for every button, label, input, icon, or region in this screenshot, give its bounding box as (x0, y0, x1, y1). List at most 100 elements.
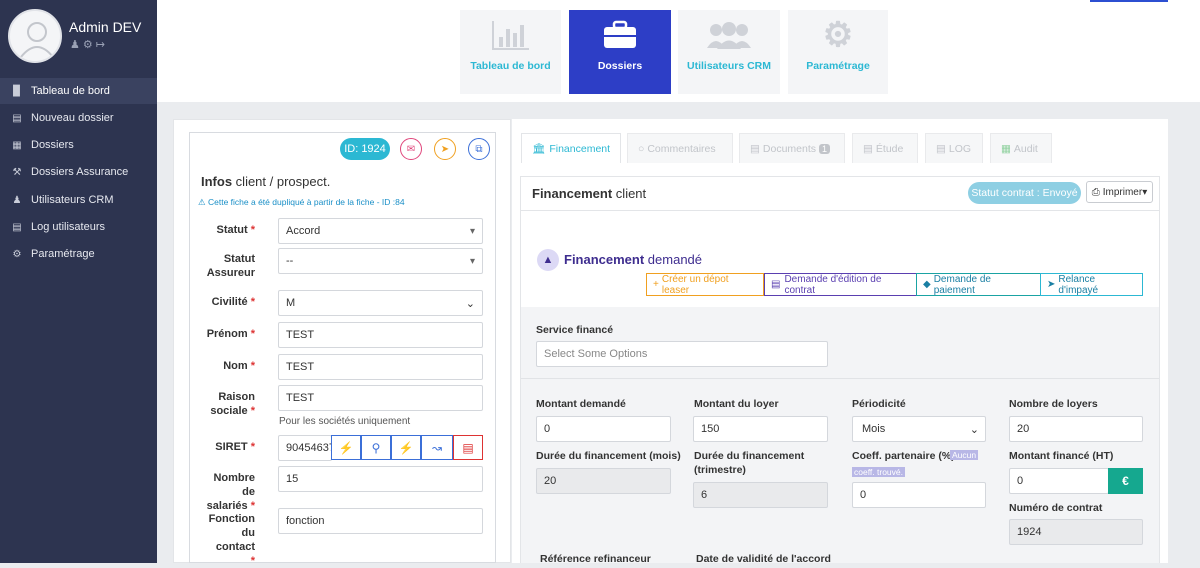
chart-line-icon[interactable]: ↝ (421, 435, 453, 460)
siret-input[interactable]: 904546379 (278, 435, 332, 461)
raison-sociale-label: Raison sociale * (210, 391, 255, 417)
gear-icon: ⚙ (12, 248, 22, 260)
tile-parametrage[interactable]: ⚙ Paramétrage (788, 10, 888, 94)
database-icon: ▤ (12, 221, 22, 233)
demande-paiement-button[interactable]: ◆ Demande de paiement (916, 273, 1041, 296)
montant-finance-input[interactable]: 0 (1009, 468, 1109, 494)
file-pdf-icon[interactable]: ▤ (453, 435, 483, 460)
nom-input[interactable]: TEST (278, 354, 483, 380)
tab-commentaires[interactable]: ○ Commentaires (627, 133, 733, 163)
tab-etude[interactable]: ▤ Étude (852, 133, 918, 163)
periodicite-label: Périodicité (852, 398, 906, 410)
montant-finance-label: Montant financé (HT) (1009, 450, 1114, 462)
fonction-input[interactable]: fonction (278, 508, 483, 534)
sidebar-item-nouveau-dossier[interactable]: ▤ Nouveau dossier (0, 105, 157, 131)
id-badge: ID: 1924 (340, 138, 390, 160)
tile-dossiers[interactable]: Dossiers (569, 10, 671, 94)
send-icon: ➤ (1047, 279, 1056, 290)
email-icon[interactable]: ✉ (400, 138, 422, 160)
bank-icon: 🏛︎ (532, 143, 546, 155)
raison-sociale-input[interactable]: TEST (278, 385, 483, 411)
statut-contrat-badge: Statut contrat : Envoyé (968, 182, 1081, 204)
documents-count-badge: 1 (819, 143, 831, 154)
sidebar: Admin DEV ♟⚙↦ ▉ Tableau de bord ▤ Nouvea… (0, 0, 157, 563)
file-pdf-icon: ▤ (750, 142, 760, 155)
nombre-loyers-input[interactable]: 20 (1009, 416, 1143, 442)
client-title: Infos client / prospect. (201, 174, 331, 189)
sidebar-item-dossiers[interactable]: ▦ Dossiers (0, 132, 157, 158)
send-icon[interactable]: ➤ (434, 138, 456, 160)
lightning-icon[interactable]: ⚡ (391, 435, 421, 460)
duplicate-icon[interactable]: ⧉ (468, 138, 490, 160)
caret-down-icon: ▾ (1142, 186, 1148, 198)
nb-salaries-input[interactable]: 15 (278, 466, 483, 492)
creer-depot-leaser-button[interactable]: + Créer un dépot leaser (646, 273, 764, 296)
duree-trimestre-input[interactable]: 6 (693, 482, 828, 508)
montant-loyer-input[interactable]: 150 (693, 416, 828, 442)
relance-impaye-button[interactable]: ➤ Relance d'impayé (1040, 273, 1143, 296)
top-accent-line (1090, 0, 1168, 2)
file-icon: ▤ (863, 142, 873, 155)
wrench-icon: ⚒ (12, 166, 22, 178)
print-button[interactable]: ⎙ Imprimer ▾ (1086, 181, 1153, 203)
tile-tableau-de-bord[interactable]: Tableau de bord (460, 10, 561, 94)
euro-addon: € (1108, 468, 1143, 494)
statut-label: Statut * (216, 224, 255, 236)
duree-mois-input[interactable]: 20 (536, 468, 671, 494)
warning-icon: ⚠ (198, 197, 206, 207)
sidebar-item-parametrage[interactable]: ⚙ Paramétrage (0, 241, 157, 267)
prenom-label: Prénom * (206, 328, 255, 340)
reference-refinanceur-label: Référence refinanceur (540, 553, 651, 565)
bar-chart-icon: ▉ (13, 85, 21, 97)
tag-icon: ◆ (923, 279, 931, 290)
lightning-icon[interactable]: ⚡ (331, 435, 361, 460)
civilite-select[interactable]: M ⌄ (278, 290, 483, 316)
service-finance-select[interactable]: Select Some Options (536, 341, 828, 367)
sidebar-item-log-utilisateurs[interactable]: ▤ Log utilisateurs (0, 214, 157, 240)
search-icon[interactable]: ⚲ (361, 435, 391, 460)
numero-contrat-label: Numéro de contrat (1009, 502, 1103, 514)
plus-icon: + (653, 279, 659, 290)
user-icon[interactable]: ♟ (70, 39, 83, 51)
table-icon: ▦ (1001, 142, 1011, 155)
siret-label: SIRET * (215, 441, 255, 453)
prenom-input[interactable]: TEST (278, 322, 483, 348)
raison-sociale-help: Pour les sociétés uniquement (279, 416, 411, 427)
user-name: Admin DEV (69, 19, 142, 35)
tab-log[interactable]: ▤ LOG (925, 133, 983, 163)
nom-label: Nom * (223, 360, 255, 372)
sidebar-item-utilisateurs-crm[interactable]: ♟ Utilisateurs CRM (0, 187, 157, 213)
duree-mois-label: Durée du financement (mois) (536, 450, 681, 462)
gear-icon: ⚙ (822, 16, 854, 54)
avatar[interactable] (8, 9, 62, 63)
tile-utilisateurs-crm[interactable]: Utilisateurs CRM (678, 10, 780, 94)
financement-title: Financement client (532, 186, 647, 201)
sidebar-item-tableau-de-bord[interactable]: ▉ Tableau de bord (0, 78, 157, 104)
financement-demande-title: Financement demandé (564, 252, 703, 267)
sidebar-item-dossiers-assurance[interactable]: ⚒ Dossiers Assurance (0, 159, 157, 185)
demande-edition-contrat-button[interactable]: ▤ Demande d'édition de contrat (764, 273, 917, 296)
date-validite-label: Date de validité de l'accord (696, 553, 831, 565)
statut-assureur-select[interactable]: -- (278, 248, 483, 274)
coeff-note-2: coeff. trouvé. (852, 467, 905, 477)
tab-audit[interactable]: ▦ Audit (990, 133, 1052, 163)
coeff-partenaire-input[interactable]: 0 (852, 482, 986, 508)
logout-icon[interactable]: ↦ (96, 39, 108, 51)
numero-contrat-input[interactable]: 1924 (1009, 519, 1143, 545)
coeff-note: Aucun (950, 450, 979, 460)
civilite-label: Civilité * (211, 296, 255, 308)
service-finance-label: Service financé (536, 324, 614, 336)
tab-documents[interactable]: ▤ Documents 1 (739, 133, 845, 163)
nombre-loyers-label: Nombre de loyers (1009, 398, 1098, 410)
statut-select[interactable]: Accord (278, 218, 483, 244)
periodicite-select[interactable]: Mois ⌄ (852, 416, 986, 442)
gear-icon[interactable]: ⚙ (83, 39, 96, 51)
montant-demande-input[interactable]: 0 (536, 416, 671, 442)
bank-icon: ▲ (537, 249, 559, 271)
printer-icon: ⎙ (1091, 186, 1100, 198)
tab-financement[interactable]: 🏛︎ Financement (521, 133, 621, 163)
montant-demande-label: Montant demandé (536, 398, 626, 410)
briefcase-icon: ▦ (12, 139, 22, 151)
file-icon: ▤ (771, 279, 781, 290)
montant-loyer-label: Montant du loyer (694, 398, 779, 410)
